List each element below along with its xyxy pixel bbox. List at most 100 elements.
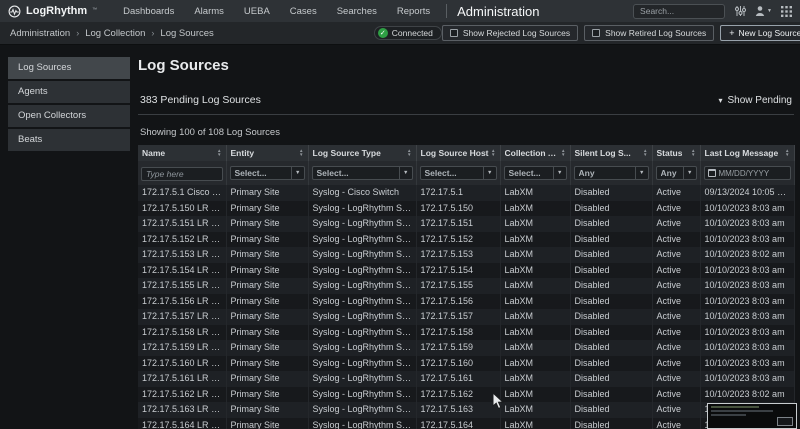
- cell-log-source-host: 172.17.5.159: [416, 340, 500, 356]
- table-row[interactable]: 172.17.5.151 LR Sysl... Primary Site Sys…: [138, 216, 794, 232]
- col-header-name[interactable]: Name▲▼: [138, 145, 226, 161]
- cell-silent-log-source: Disabled: [570, 325, 652, 341]
- cell-entity: Primary Site: [226, 371, 308, 387]
- cell-log-source-host: 172.17.5.1: [416, 185, 500, 201]
- show-rejected-checkbox-button[interactable]: Show Rejected Log Sources: [442, 25, 578, 41]
- breadcrumb-log-collection[interactable]: Log Collection: [85, 28, 145, 39]
- user-menu-icon[interactable]: ▼: [755, 5, 772, 17]
- cell-log-source-host: 172.17.5.151: [416, 216, 500, 232]
- cell-entity: Primary Site: [226, 278, 308, 294]
- show-pending-toggle[interactable]: ▾ Show Pending: [718, 95, 792, 106]
- cell-log-source-type: Syslog - LogRhythm Syslog Ge...: [308, 371, 416, 387]
- cell-name: 172.17.5.159 LR Sysl...: [138, 340, 226, 356]
- nav-item-ueba[interactable]: UEBA: [234, 6, 280, 17]
- sidebar-item-agents[interactable]: Agents: [8, 81, 130, 103]
- cell-last-log-message: 10/10/2023 8:02 am: [700, 387, 794, 403]
- cell-log-source-host: 172.17.5.154: [416, 263, 500, 279]
- collection-agent-filter-select[interactable]: Select...▼: [504, 166, 567, 180]
- logrhythm-logo[interactable]: LogRhythm ™: [8, 5, 97, 18]
- nav-item-reports[interactable]: Reports: [387, 6, 440, 17]
- cell-last-log-message: 10/10/2023 8:03 am: [700, 294, 794, 310]
- table-row[interactable]: 172.17.5.161 LR Sysl... Primary Site Sys…: [138, 371, 794, 387]
- sliders-icon[interactable]: [735, 5, 746, 17]
- table-row[interactable]: 172.17.5.164 LR Sysl... Primary Site Sys…: [138, 418, 794, 429]
- cell-status: Active: [652, 340, 700, 356]
- table-row[interactable]: 172.17.5.159 LR Sysl... Primary Site Sys…: [138, 340, 794, 356]
- cell-collection-agent: LabXM: [500, 294, 570, 310]
- cell-entity: Primary Site: [226, 294, 308, 310]
- col-header-status[interactable]: Status▲▼: [652, 145, 700, 161]
- table-header-row: Name▲▼ Entity▲▼ Log Source Type▲▼ Log So…: [138, 145, 794, 161]
- breadcrumb-log-sources[interactable]: Log Sources: [160, 28, 213, 39]
- cell-status: Active: [652, 325, 700, 341]
- nav-item-searches[interactable]: Searches: [327, 6, 387, 17]
- checkbox-icon[interactable]: [450, 29, 458, 37]
- table-row[interactable]: 172.17.5.154 LR Sysl... Primary Site Sys…: [138, 263, 794, 279]
- cell-last-log-message: 10/10/2023 8:03 am: [700, 232, 794, 248]
- cell-log-source-type: Syslog - LogRhythm Syslog Ge...: [308, 418, 416, 429]
- col-header-collection-agent[interactable]: Collection Agent▲▼: [500, 145, 570, 161]
- col-header-silent-log-source[interactable]: Silent Log S...▲▼: [570, 145, 652, 161]
- date-filter-input[interactable]: [719, 169, 787, 178]
- cell-silent-log-source: Disabled: [570, 216, 652, 232]
- col-header-last-log-message[interactable]: Last Log Message▲▼: [700, 145, 794, 161]
- nav-item-alarms[interactable]: Alarms: [184, 6, 234, 17]
- cell-name: 172.17.5.164 LR Sysl...: [138, 418, 226, 429]
- table-row[interactable]: 172.17.5.1 Cisco Swit... Primary Site Sy…: [138, 185, 794, 201]
- cell-status: Active: [652, 418, 700, 429]
- cell-name: 172.17.5.162 LR Sysl...: [138, 387, 226, 403]
- nav-item-cases[interactable]: Cases: [280, 6, 327, 17]
- table-row[interactable]: 172.17.5.163 LR Sysl... Primary Site Sys…: [138, 402, 794, 418]
- table-row[interactable]: 172.17.5.156 LR Sysl... Primary Site Sys…: [138, 294, 794, 310]
- name-filter-input[interactable]: [141, 167, 223, 181]
- cell-log-source-host: 172.17.5.150: [416, 201, 500, 217]
- cell-name: 172.17.5.154 LR Sysl...: [138, 263, 226, 279]
- cell-entity: Primary Site: [226, 309, 308, 325]
- active-section-title: Administration: [457, 4, 539, 19]
- table-filter-row: Select...▼ Select...▼ Select...▼ Select.…: [138, 161, 794, 185]
- cell-last-log-message: 10/10/2023 8:03 am: [700, 309, 794, 325]
- status-filter-select[interactable]: Any▼: [656, 166, 697, 180]
- breadcrumb-bar: Administration › Log Collection › Log So…: [0, 22, 800, 45]
- sidebar-item-log-sources[interactable]: Log Sources: [8, 57, 130, 79]
- col-header-log-source-type[interactable]: Log Source Type▲▼: [308, 145, 416, 161]
- cell-name: 172.17.5.161 LR Sysl...: [138, 371, 226, 387]
- breadcrumb-administration[interactable]: Administration: [10, 28, 70, 39]
- sidebar: Log Sources Agents Open Collectors Beats: [8, 57, 130, 429]
- log-source-host-filter-select[interactable]: Select...▼: [420, 166, 497, 180]
- col-header-log-source-host[interactable]: Log Source Host▲▼: [416, 145, 500, 161]
- cell-last-log-message: 10/10/2023 8:03 am: [700, 263, 794, 279]
- table-row[interactable]: 172.17.5.153 LR Sysl... Primary Site Sys…: [138, 247, 794, 263]
- log-source-type-filter-select[interactable]: Select...▼: [312, 166, 413, 180]
- logrhythm-logo-icon: [8, 5, 21, 18]
- date-filter[interactable]: [704, 166, 791, 180]
- cell-name: 172.17.5.163 LR Sysl...: [138, 402, 226, 418]
- cell-entity: Primary Site: [226, 216, 308, 232]
- cell-silent-log-source: Disabled: [570, 185, 652, 201]
- checkbox-icon[interactable]: [592, 29, 600, 37]
- content-area: Log Sources Agents Open Collectors Beats…: [0, 45, 800, 429]
- col-header-entity[interactable]: Entity▲▼: [226, 145, 308, 161]
- cell-collection-agent: LabXM: [500, 387, 570, 403]
- silent-log-filter-select[interactable]: Any▼: [574, 166, 649, 180]
- cell-collection-agent: LabXM: [500, 278, 570, 294]
- new-log-source-button[interactable]: + New Log Source: [720, 25, 800, 41]
- nav-item-dashboards[interactable]: Dashboards: [113, 6, 184, 17]
- table-row[interactable]: 172.17.5.160 LR Sysl... Primary Site Sys…: [138, 356, 794, 372]
- cell-name: 172.17.5.1 Cisco Swit...: [138, 185, 226, 201]
- table-row[interactable]: 172.17.5.152 LR Sysl... Primary Site Sys…: [138, 232, 794, 248]
- table-row[interactable]: 172.17.5.155 LR Sysl... Primary Site Sys…: [138, 278, 794, 294]
- table-row[interactable]: 172.17.5.150 LR Sysl... Primary Site Sys…: [138, 201, 794, 217]
- app-grid-icon[interactable]: [781, 6, 792, 17]
- cell-last-log-message: 10/10/2023 8:03 am: [700, 340, 794, 356]
- table-row[interactable]: 172.17.5.158 LR Sysl... Primary Site Sys…: [138, 325, 794, 341]
- sidebar-item-beats[interactable]: Beats: [8, 129, 130, 151]
- entity-filter-select[interactable]: Select...▼: [230, 166, 305, 180]
- search-input[interactable]: [633, 4, 725, 19]
- table-row[interactable]: 172.17.5.157 LR Sysl... Primary Site Sys…: [138, 309, 794, 325]
- sidebar-item-open-collectors[interactable]: Open Collectors: [8, 105, 130, 127]
- show-retired-checkbox-button[interactable]: Show Retired Log Sources: [584, 25, 714, 41]
- table-row[interactable]: 172.17.5.162 LR Sysl... Primary Site Sys…: [138, 387, 794, 403]
- page-title: Log Sources: [138, 57, 794, 74]
- plus-icon: +: [729, 29, 734, 38]
